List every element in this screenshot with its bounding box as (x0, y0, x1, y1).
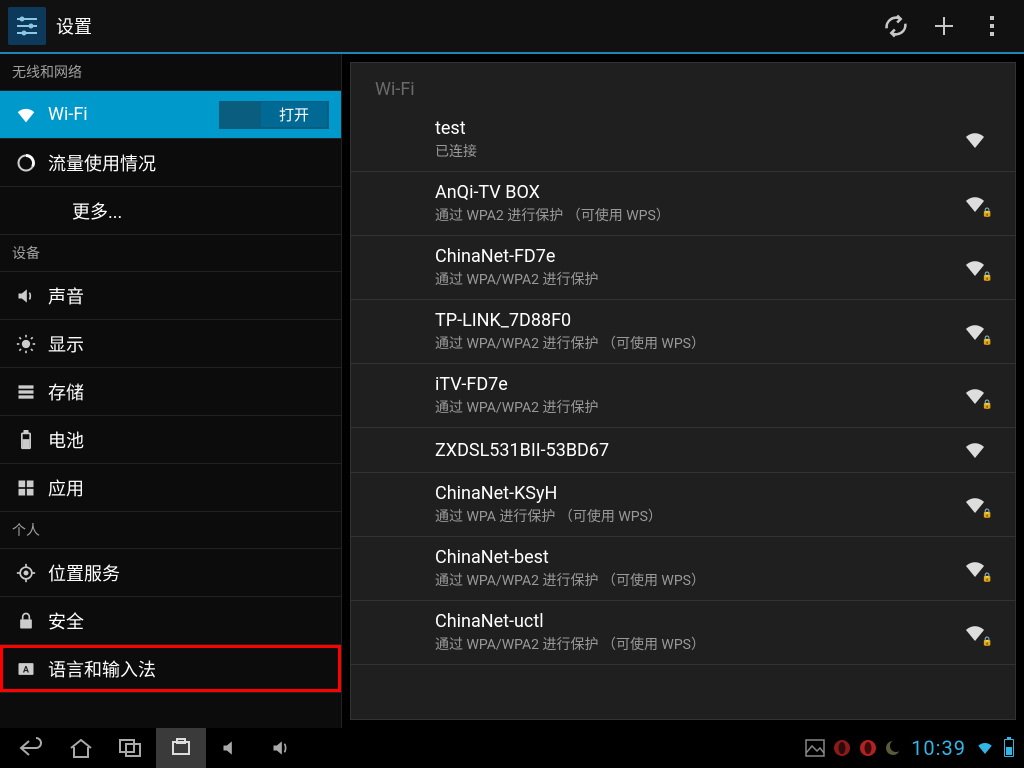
battery-icon (12, 430, 40, 450)
network-security: 通过 WPA 进行保护 （可使用 WPS） (435, 506, 955, 526)
status-wifi-icon (976, 739, 994, 757)
sidebar-item-display[interactable]: 显示 (0, 320, 341, 368)
sidebar-item-label: 声音 (48, 283, 329, 309)
toggle-thumb-label: 打开 (261, 102, 327, 127)
sound-icon (12, 286, 40, 306)
screenshot-button[interactable] (156, 728, 206, 768)
network-name: TP-LINK_7D88F0 (435, 310, 955, 331)
sidebar-item-language-input[interactable]: A 语言和输入法 (0, 645, 341, 693)
back-button[interactable] (6, 732, 56, 764)
app-title: 设置 (56, 13, 872, 39)
section-header-personal: 个人 (0, 512, 341, 549)
wifi-network-item[interactable]: AnQi-TV BOX 通过 WPA2 进行保护 （可使用 WPS） 🔒 (351, 172, 1015, 236)
sidebar-item-label: 语言和输入法 (48, 656, 329, 682)
panel-title: Wi-Fi (351, 63, 1015, 108)
wifi-network-item[interactable]: ZXDSL531BII-53BD67 (351, 428, 1015, 473)
status-picture-icon[interactable] (805, 739, 825, 757)
status-opera-icon-2[interactable] (859, 739, 877, 757)
network-security: 通过 WPA/WPA2 进行保护 (435, 269, 955, 289)
network-security: 通过 WPA2 进行保护 （可使用 WPS） (435, 205, 955, 225)
sidebar-item-label: 应用 (48, 475, 329, 501)
wifi-signal-icon: 🔒 (955, 557, 995, 581)
wifi-signal-icon: 🔒 (955, 256, 995, 280)
home-button[interactable] (56, 732, 106, 764)
wifi-toggle[interactable]: 打开 (219, 101, 329, 129)
language-icon: A (12, 659, 40, 679)
network-security: 通过 WPA/WPA2 进行保护 (435, 397, 955, 417)
wifi-signal-icon: 🔒 (955, 192, 995, 216)
network-name: ChinaNet-uctl (435, 611, 955, 632)
location-icon (12, 563, 40, 583)
sidebar-item-wifi[interactable]: Wi-Fi 打开 (0, 91, 341, 139)
sidebar-item-data-usage[interactable]: 流量使用情况 (0, 139, 341, 187)
wifi-network-item[interactable]: TP-LINK_7D88F0 通过 WPA/WPA2 进行保护 （可使用 WPS… (351, 300, 1015, 364)
sidebar-item-label: 电池 (48, 427, 329, 453)
wifi-network-item[interactable]: ChinaNet-FD7e 通过 WPA/WPA2 进行保护 🔒 (351, 236, 1015, 300)
sidebar-item-security[interactable]: 安全 (0, 597, 341, 645)
system-nav-bar: 10:39 (0, 728, 1024, 768)
wifi-icon (12, 104, 40, 126)
network-name: ZXDSL531BII-53BD67 (435, 440, 955, 461)
wifi-signal-icon: 🔒 (955, 320, 995, 344)
section-header-wireless: 无线和网络 (0, 54, 341, 91)
add-network-button[interactable] (920, 2, 968, 50)
wifi-network-item[interactable]: ChinaNet-KSyH 通过 WPA 进行保护 （可使用 WPS） 🔒 (351, 473, 1015, 537)
recent-apps-button[interactable] (106, 732, 156, 764)
wifi-network-item[interactable]: test 已连接 (351, 108, 1015, 172)
sidebar-item-label: Wi-Fi (48, 104, 219, 125)
sidebar-item-storage[interactable]: 存储 (0, 368, 341, 416)
sidebar-item-label: 存储 (48, 379, 329, 405)
status-moon-icon (885, 740, 901, 756)
wifi-network-item[interactable]: ChinaNet-best 通过 WPA/WPA2 进行保护 （可使用 WPS）… (351, 537, 1015, 601)
network-list[interactable]: test 已连接 AnQi-TV BOX 通过 WPA2 进行保护 （可使用 W… (351, 108, 1015, 665)
sidebar-item-label: 位置服务 (48, 560, 329, 586)
data-usage-icon (12, 153, 40, 173)
svg-text:A: A (23, 665, 30, 675)
status-opera-icon-1[interactable] (833, 739, 851, 757)
sidebar-item-apps[interactable]: 应用 (0, 464, 341, 512)
network-name: ChinaNet-FD7e (435, 246, 955, 267)
sidebar-item-more[interactable]: 更多... (0, 187, 341, 235)
sidebar-item-label: 显示 (48, 331, 329, 357)
overflow-menu-button[interactable] (968, 2, 1016, 50)
sidebar-item-label: 流量使用情况 (48, 150, 329, 176)
network-name: ChinaNet-KSyH (435, 483, 955, 504)
network-security: 已连接 (435, 141, 955, 161)
sidebar-item-label: 更多... (72, 198, 329, 224)
section-header-device: 设备 (0, 235, 341, 272)
lock-icon (12, 611, 40, 631)
wifi-signal-icon (955, 128, 995, 152)
wifi-signal-icon (955, 438, 995, 462)
network-security: 通过 WPA/WPA2 进行保护 （可使用 WPS） (435, 634, 955, 654)
wps-button[interactable] (872, 2, 920, 50)
wifi-panel: Wi-Fi test 已连接 AnQi-TV BOX 通过 WPA2 进行保护 … (350, 62, 1016, 720)
settings-app-icon (8, 7, 46, 45)
settings-sidebar: 无线和网络 Wi-Fi 打开 流量使用情况 更多... 设备 声音 (0, 54, 342, 728)
wifi-signal-icon: 🔒 (955, 384, 995, 408)
network-security: 通过 WPA/WPA2 进行保护 （可使用 WPS） (435, 333, 955, 353)
network-name: ChinaNet-best (435, 547, 955, 568)
network-name: AnQi-TV BOX (435, 182, 955, 203)
apps-icon (12, 478, 40, 498)
sidebar-item-battery[interactable]: 电池 (0, 416, 341, 464)
wifi-signal-icon: 🔒 (955, 493, 995, 517)
storage-icon (12, 382, 40, 402)
wifi-network-item[interactable]: ChinaNet-uctl 通过 WPA/WPA2 进行保护 （可使用 WPS）… (351, 601, 1015, 665)
action-bar: 设置 (0, 0, 1024, 54)
volume-down-button[interactable] (206, 732, 256, 764)
volume-up-button[interactable] (256, 732, 306, 764)
sidebar-item-sound[interactable]: 声音 (0, 272, 341, 320)
network-name: iTV-FD7e (435, 374, 955, 395)
status-battery-icon (1002, 739, 1014, 757)
wifi-network-item[interactable]: iTV-FD7e 通过 WPA/WPA2 进行保护 🔒 (351, 364, 1015, 428)
wifi-signal-icon: 🔒 (955, 621, 995, 645)
status-clock[interactable]: 10:39 (911, 736, 966, 760)
network-security: 通过 WPA/WPA2 进行保护 （可使用 WPS） (435, 570, 955, 590)
network-name: test (435, 118, 955, 139)
display-icon (12, 334, 40, 354)
sidebar-item-location[interactable]: 位置服务 (0, 549, 341, 597)
sidebar-item-label: 安全 (48, 608, 329, 634)
